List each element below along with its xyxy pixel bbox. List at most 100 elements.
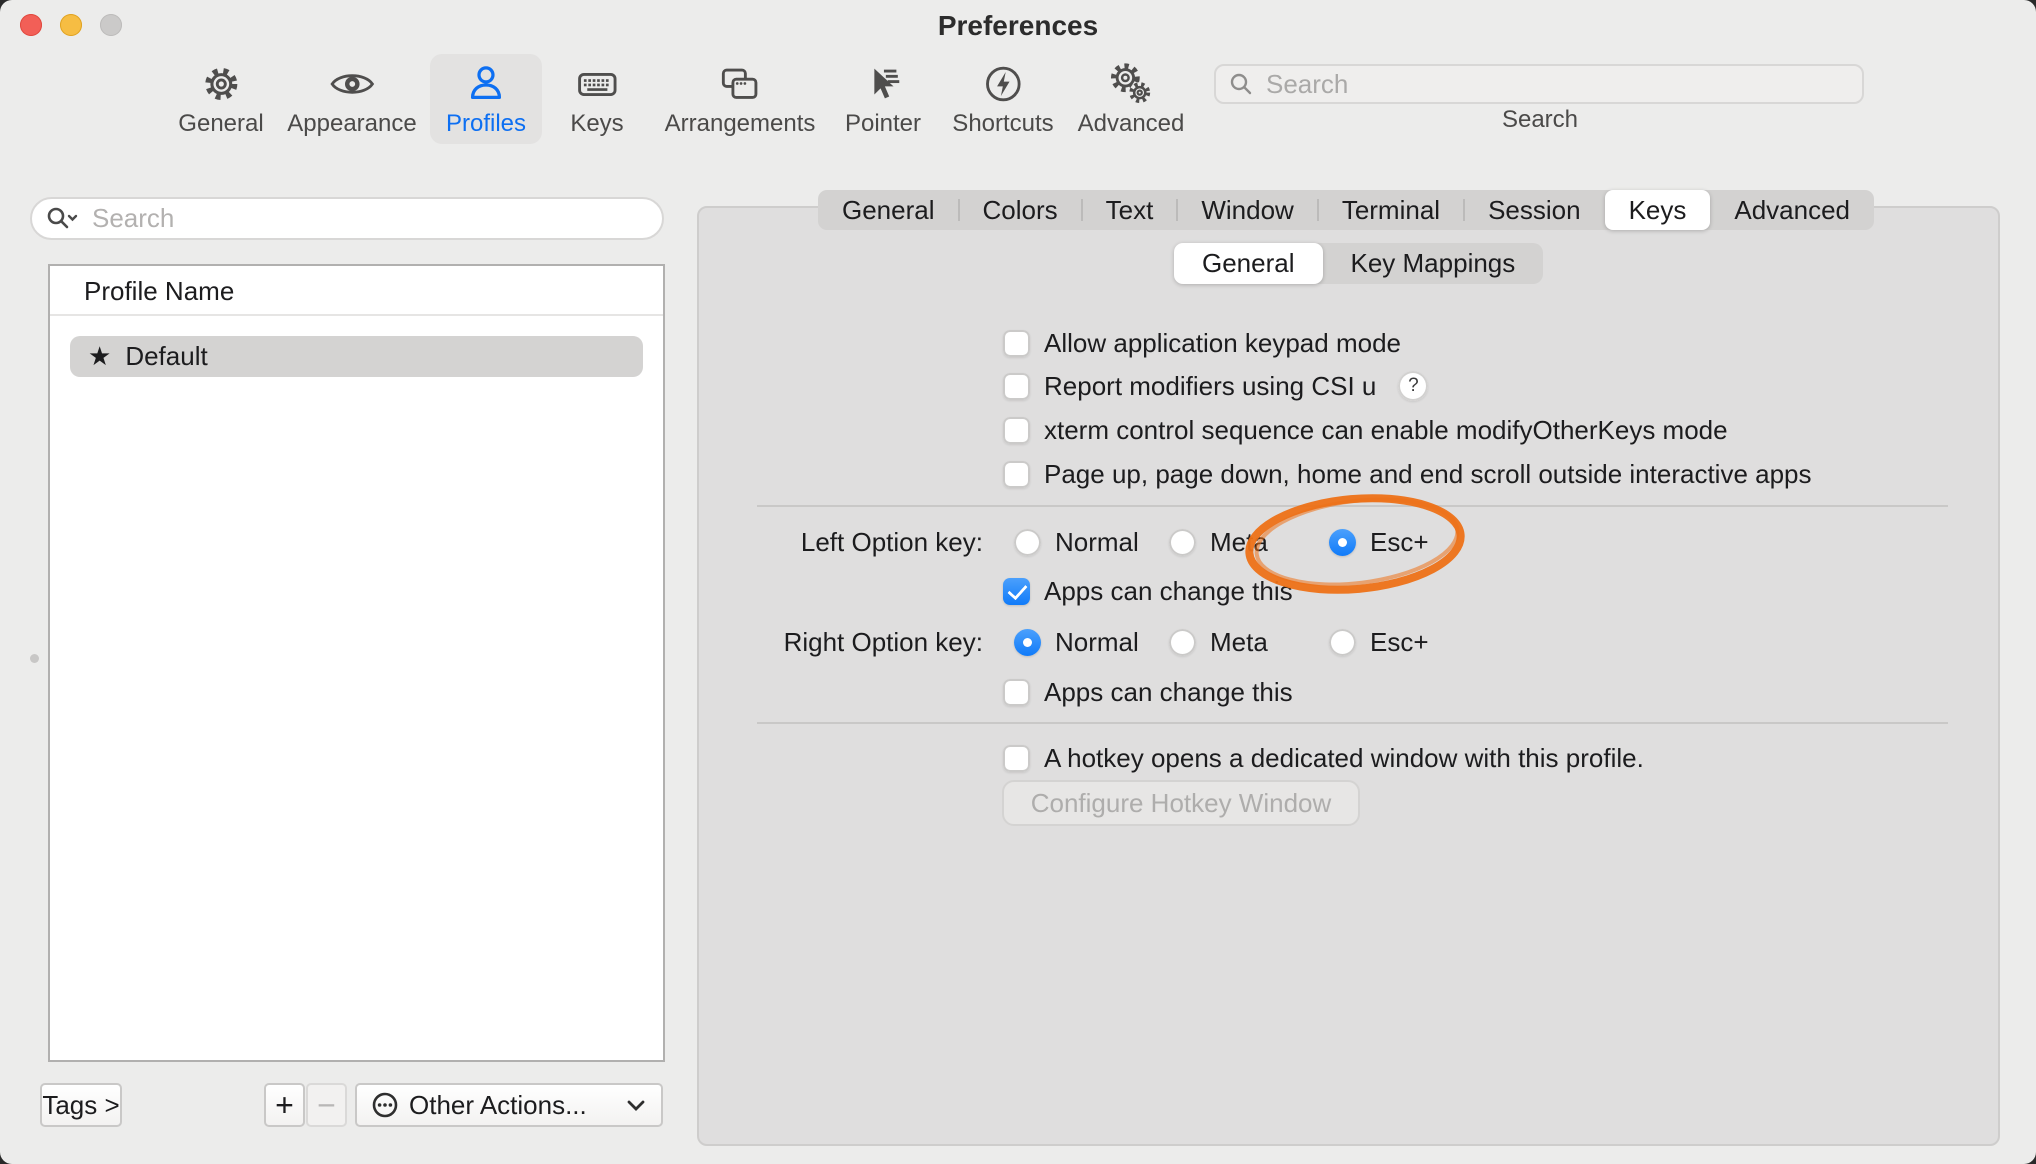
toolbar-item-arrangements[interactable]: Arrangements [649,54,832,144]
preferences-window: Preferences General Appearance [0,0,2036,1164]
csi-u-checkbox[interactable] [1003,373,1030,400]
tab-text[interactable]: Text [1082,190,1178,230]
tags-button[interactable]: Tags > [40,1083,122,1127]
checkbox-label: Apps can change this [1044,576,1293,607]
tab-general[interactable]: General [818,190,959,230]
eye-icon [328,60,376,108]
keys-subtab-bar: General Key Mappings [1174,243,1543,284]
checkbox-label: Page up, page down, home and end scroll … [1044,459,1812,490]
subtab-key-mappings[interactable]: Key Mappings [1323,243,1544,284]
toolbar-item-keys[interactable]: Keys [554,54,639,144]
radio-label: Normal [1055,627,1139,658]
checkbox-row: Apps can change this [1003,677,1293,707]
splitter-dot [30,654,39,663]
profile-search-field[interactable] [30,197,664,240]
checkbox-row: Report modifiers using CSI u ? [1003,371,1428,401]
tab-keys[interactable]: Keys [1605,190,1711,230]
toolbar-item-shortcuts[interactable]: Shortcuts [936,54,1069,144]
gear-icon [197,60,245,108]
other-actions-label: Other Actions... [409,1090,625,1121]
checkbox-row: Allow application keypad mode [1003,328,1401,358]
tab-session[interactable]: Session [1464,190,1605,230]
radio-group-item: Normal [1014,527,1139,557]
toolbar-item-label: Pointer [845,110,921,138]
scroll-outside-apps-checkbox[interactable] [1003,461,1030,488]
profile-row-default[interactable]: ★ Default [70,336,643,377]
add-profile-button[interactable]: + [264,1083,305,1127]
subtab-general[interactable]: General [1174,243,1323,284]
radio-group-item: Esc+ [1329,627,1429,657]
left-apps-can-change-checkbox[interactable] [1003,578,1030,605]
left-option-key-label: Left Option key: [697,527,983,557]
checkbox-label: Allow application keypad mode [1044,328,1401,359]
other-actions-dropdown[interactable]: Other Actions... [355,1083,663,1127]
toolbar-item-general[interactable]: General [162,54,279,144]
keyboard-icon [573,60,621,108]
checkbox-row: Page up, page down, home and end scroll … [1003,459,1812,489]
checkbox-label: Apps can change this [1044,677,1293,708]
toolbar-search-field[interactable] [1214,64,1864,104]
tab-terminal[interactable]: Terminal [1318,190,1464,230]
configure-hotkey-window-button[interactable]: Configure Hotkey Window [1002,780,1360,826]
toolbar-search-input[interactable] [1264,68,1850,101]
checkbox-row: Apps can change this [1003,576,1293,606]
checkbox-row: A hotkey opens a dedicated window with t… [1003,743,1644,773]
toolbar-item-label: Advanced [1078,110,1185,138]
remove-profile-button[interactable]: − [306,1083,347,1127]
checkbox-label: Report modifiers using CSI u [1044,371,1376,402]
right-option-esc-radio[interactable] [1329,629,1356,656]
chevron-down-icon [625,1098,647,1112]
windows-icon [716,60,764,108]
search-icon [1228,71,1254,97]
profile-tab-bar: General Colors Text Window Terminal Sess… [818,190,1874,230]
toolbar-item-appearance[interactable]: Appearance [271,54,432,144]
toolbar-item-pointer[interactable]: Pointer [829,54,937,144]
left-option-meta-radio[interactable] [1169,529,1196,556]
radio-label: Meta [1210,527,1268,558]
toolbar-item-label: Shortcuts [952,110,1053,138]
search-menu-icon [46,206,80,232]
right-option-normal-radio[interactable] [1014,629,1041,656]
window-title: Preferences [0,10,2036,42]
radio-label: Meta [1210,627,1268,658]
radio-label: Esc+ [1370,527,1429,558]
profile-list: Profile Name ★ Default [48,264,665,1062]
radio-group-item: Normal [1014,627,1139,657]
toolbar-item-label: Profiles [446,110,526,138]
radio-label: Normal [1055,527,1139,558]
tab-window[interactable]: Window [1177,190,1317,230]
tab-advanced[interactable]: Advanced [1710,190,1874,230]
toolbar-item-label: Arrangements [665,110,816,138]
person-icon [462,60,510,108]
right-option-meta-radio[interactable] [1169,629,1196,656]
gears-icon [1107,60,1155,108]
help-button[interactable]: ? [1398,371,1428,401]
cursor-icon [859,60,907,108]
star-icon: ★ [88,341,111,372]
toolbar-item-label: General [178,110,263,138]
profile-list-header: Profile Name [50,266,663,316]
toolbar-search-caption: Search [1440,106,1640,134]
tab-colors[interactable]: Colors [959,190,1082,230]
bolt-icon [979,60,1027,108]
toolbar-item-label: Appearance [287,110,416,138]
radio-group-item: Meta [1169,527,1268,557]
profile-search-input[interactable] [90,202,648,235]
radio-group-item: Meta [1169,627,1268,657]
hotkey-window-checkbox[interactable] [1003,745,1030,772]
allow-keypad-checkbox[interactable] [1003,330,1030,357]
toolbar-item-label: Keys [570,110,623,138]
toolbar-item-advanced[interactable]: Advanced [1062,54,1201,144]
left-option-normal-radio[interactable] [1014,529,1041,556]
divider [757,722,1948,724]
toolbar-item-profiles[interactable]: Profiles [430,54,542,144]
checkbox-label: xterm control sequence can enable modify… [1044,415,1728,446]
checkbox-row: xterm control sequence can enable modify… [1003,415,1728,445]
left-option-esc-radio[interactable] [1329,529,1356,556]
divider [757,505,1948,507]
right-option-key-label: Right Option key: [697,627,983,657]
modify-other-keys-checkbox[interactable] [1003,417,1030,444]
radio-label: Esc+ [1370,627,1429,658]
right-apps-can-change-checkbox[interactable] [1003,679,1030,706]
checkbox-label: A hotkey opens a dedicated window with t… [1044,743,1644,774]
